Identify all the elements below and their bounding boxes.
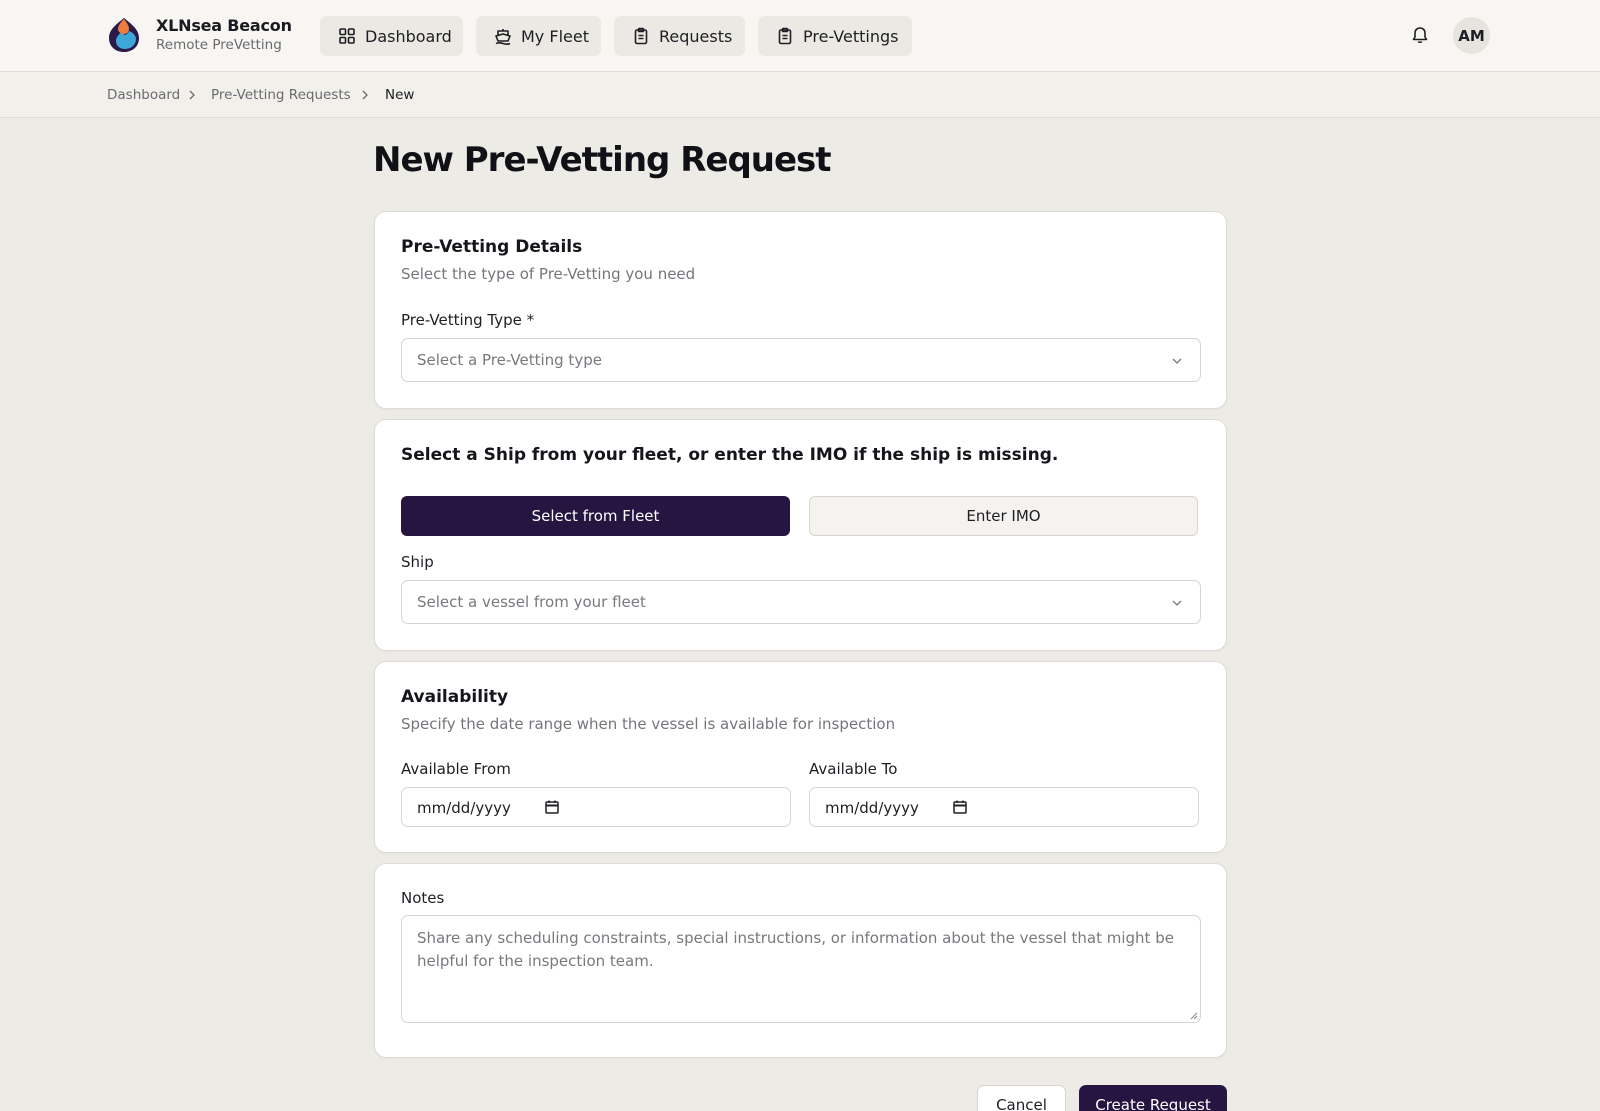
breadcrumb-dashboard[interactable]: Dashboard: [107, 87, 180, 103]
clipboard-icon: [634, 27, 648, 45]
breadcrumb: Dashboard Pre-Vetting Requests New: [0, 72, 1600, 118]
available-from-value: mm/dd/yyyy: [417, 799, 511, 817]
nav-dashboard[interactable]: Dashboard: [320, 16, 463, 56]
bell-icon[interactable]: [1410, 25, 1430, 45]
ship-icon: [495, 29, 511, 45]
chevron-down-icon: [1172, 600, 1182, 606]
notes-textarea[interactable]: Share any scheduling constraints, specia…: [401, 915, 1201, 1023]
nav-my-fleet[interactable]: My Fleet: [476, 16, 601, 56]
enter-imo-button[interactable]: Enter IMO: [809, 496, 1198, 536]
available-to-label: Available To: [809, 760, 898, 778]
nav-dashboard-label: Dashboard: [365, 26, 452, 46]
page-title: New Pre-Vetting Request: [373, 140, 832, 180]
brand-subtitle: Remote PreVetting: [156, 37, 282, 53]
available-to-value: mm/dd/yyyy: [825, 799, 919, 817]
available-to-input[interactable]: mm/dd/yyyy: [809, 787, 1199, 827]
chevron-right-icon: [362, 90, 368, 100]
ship-selection-card: Select a Ship from your fleet, or enter …: [374, 419, 1227, 651]
brand-title: XLNsea Beacon: [156, 16, 292, 35]
nav-pre-vettings[interactable]: Pre-Vettings: [758, 16, 912, 56]
nav-my-fleet-label: My Fleet: [521, 26, 589, 46]
calendar-icon[interactable]: [544, 799, 560, 815]
nav-requests[interactable]: Requests: [614, 16, 745, 56]
details-title: Pre-Vetting Details: [401, 237, 583, 257]
availability-description: Specify the date range when the vessel i…: [401, 715, 896, 733]
breadcrumb-pre-vetting-requests[interactable]: Pre-Vetting Requests: [211, 87, 351, 103]
ship-label: Ship: [401, 553, 434, 571]
ship-selection-title: Select a Ship from your fleet, or enter …: [401, 445, 1059, 465]
availability-title: Availability: [401, 687, 509, 707]
brand-logo[interactable]: [107, 16, 141, 54]
pre-vetting-type-select[interactable]: Select a Pre-Vetting type: [401, 338, 1201, 382]
notes-placeholder: Share any scheduling constraints, specia…: [417, 929, 1174, 970]
notes-label: Notes: [401, 889, 445, 907]
calendar-icon[interactable]: [952, 799, 968, 815]
pre-vetting-type-label: Pre-Vetting Type *: [401, 311, 535, 329]
details-description: Select the type of Pre-Vetting you need: [401, 265, 696, 283]
chevron-down-icon: [1172, 358, 1182, 364]
available-from-input[interactable]: mm/dd/yyyy: [401, 787, 791, 827]
pre-vetting-details-card: Pre-Vetting Details Select the type of P…: [374, 211, 1227, 409]
top-navigation-bar: XLNsea Beacon Remote PreVetting Dashboar…: [0, 0, 1600, 72]
resize-handle-icon[interactable]: [1188, 1010, 1198, 1020]
cancel-button[interactable]: Cancel: [977, 1085, 1066, 1111]
select-from-fleet-button[interactable]: Select from Fleet: [401, 496, 790, 536]
avatar[interactable]: AM: [1453, 17, 1490, 54]
availability-card: Availability Specify the date range when…: [374, 661, 1227, 853]
pre-vetting-type-placeholder: Select a Pre-Vetting type: [417, 351, 602, 369]
nav-pre-vettings-label: Pre-Vettings: [803, 26, 899, 46]
clipboard-check-icon: [778, 27, 792, 45]
breadcrumb-new: New: [385, 87, 415, 103]
create-request-button[interactable]: Create Request: [1079, 1085, 1227, 1111]
chevron-right-icon: [189, 90, 195, 100]
nav-requests-label: Requests: [659, 26, 733, 46]
available-from-label: Available From: [401, 760, 511, 778]
ship-placeholder: Select a vessel from your fleet: [417, 593, 646, 611]
notes-card: Notes Share any scheduling constraints, …: [374, 863, 1227, 1058]
grid-icon: [339, 28, 355, 44]
ship-select[interactable]: Select a vessel from your fleet: [401, 580, 1201, 624]
